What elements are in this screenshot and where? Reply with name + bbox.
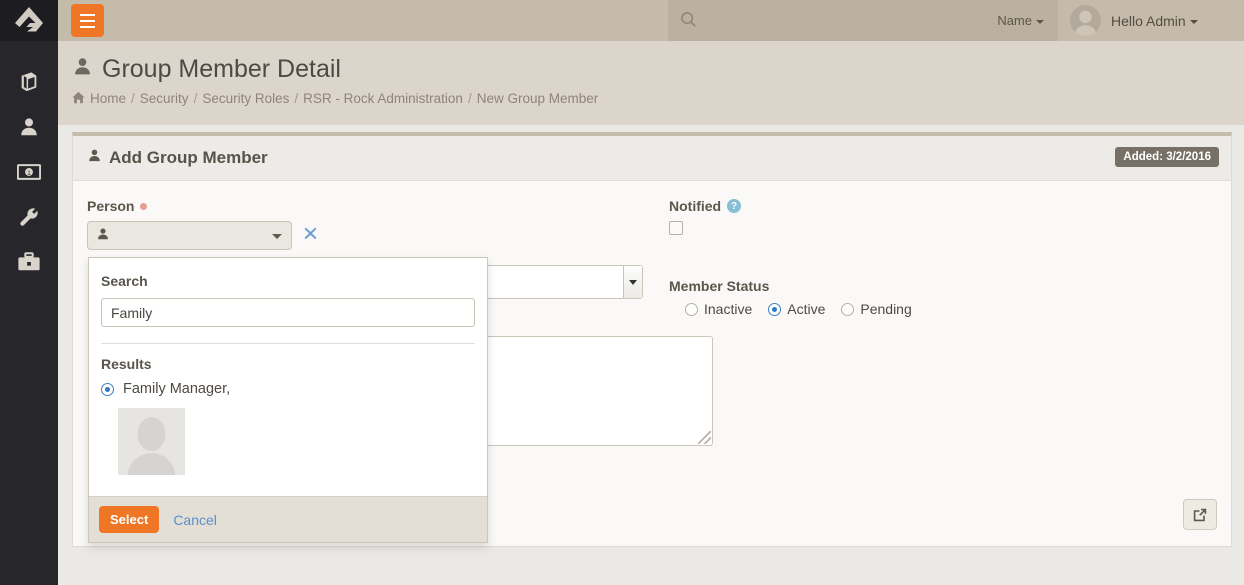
- wrench-icon: [18, 206, 40, 231]
- top-header-bar: Name Hello Admin: [58, 0, 1244, 41]
- person-picker-dropdown: Search Results Family Manager, Select Ca…: [88, 257, 488, 543]
- global-search-area[interactable]: Name: [668, 0, 1058, 41]
- breadcrumb-item-security-roles[interactable]: Security Roles: [202, 91, 289, 106]
- breadcrumb-item-home[interactable]: Home: [90, 91, 126, 106]
- panel-title-text: Add Group Member: [109, 148, 268, 168]
- sidebar: 1: [0, 0, 58, 585]
- person-label-text: Person: [87, 198, 134, 214]
- member-status-label: Member Status: [669, 278, 1209, 294]
- results-section-label: Results: [101, 356, 475, 372]
- breadcrumb-separator: /: [131, 91, 135, 106]
- breadcrumb-separator: /: [194, 91, 198, 106]
- notified-label-text: Notified: [669, 198, 721, 214]
- hamburger-menu-button[interactable]: [71, 4, 104, 37]
- chevron-down-icon: [623, 266, 642, 298]
- resize-handle[interactable]: [698, 431, 711, 444]
- hamburger-icon-line: [80, 20, 95, 22]
- person-icon: [96, 227, 110, 244]
- hamburger-icon-line: [80, 26, 95, 28]
- sidebar-item-book[interactable]: [0, 61, 58, 106]
- avatar: [1070, 5, 1101, 36]
- member-status-option-active[interactable]: Active: [768, 301, 825, 317]
- sidebar-item-finance[interactable]: 1: [0, 151, 58, 196]
- result-person-name: Family Manager,: [123, 381, 230, 397]
- divider: [101, 343, 475, 344]
- person-field-label: Person: [87, 198, 647, 214]
- home-icon: [72, 91, 85, 107]
- close-x-icon: [304, 227, 317, 240]
- sidebar-nav: 1: [0, 41, 58, 286]
- member-status-radio-group: Inactive Active Pending: [685, 301, 1209, 317]
- page-heading-area: Group Member Detail Home / Security / Se…: [58, 41, 1244, 125]
- user-menu[interactable]: Hello Admin: [1058, 0, 1244, 41]
- user-avatar-icon: [1070, 7, 1101, 36]
- person-search-input[interactable]: [101, 298, 475, 327]
- search-section-label: Search: [101, 273, 475, 289]
- radio-button-selected[interactable]: [768, 303, 781, 316]
- briefcase-icon: [17, 251, 41, 276]
- rock-logo[interactable]: [0, 0, 58, 41]
- search-scope-label: Name: [997, 13, 1032, 28]
- panel-title: Add Group Member: [87, 148, 268, 168]
- person-photo-placeholder: [118, 408, 185, 475]
- member-status-option-pending[interactable]: Pending: [841, 301, 911, 317]
- person-icon: [87, 148, 102, 168]
- money-bill-icon: 1: [17, 161, 41, 186]
- external-link-icon: [1192, 507, 1208, 523]
- breadcrumb-separator: /: [294, 91, 298, 106]
- panel-header: Add Group Member Added: 3/2/2016: [73, 136, 1231, 181]
- search-scope-dropdown[interactable]: Name: [997, 13, 1044, 28]
- member-status-option-label: Pending: [860, 301, 911, 317]
- sidebar-item-cms[interactable]: [0, 241, 58, 286]
- member-status-option-inactive[interactable]: Inactive: [685, 301, 752, 317]
- note-textarea[interactable]: [483, 336, 713, 446]
- question-circle-icon[interactable]: ?: [727, 199, 741, 213]
- book-icon: [18, 71, 40, 96]
- page-title-text: Group Member Detail: [102, 56, 341, 84]
- status-badge: Added: 3/2/2016: [1115, 147, 1219, 167]
- rock-logo-icon: [14, 6, 44, 35]
- breadcrumb-separator: /: [468, 91, 472, 106]
- chevron-down-icon: [1036, 20, 1044, 24]
- sidebar-item-people[interactable]: [0, 106, 58, 151]
- person-field-row: [87, 221, 647, 250]
- notified-field-label: Notified ?: [669, 198, 1209, 214]
- cancel-link[interactable]: Cancel: [173, 512, 217, 528]
- page-title: Group Member Detail: [72, 56, 1244, 84]
- radio-button-selected[interactable]: [101, 383, 114, 396]
- member-status-option-label: Inactive: [704, 301, 752, 317]
- sidebar-item-admin-tools[interactable]: [0, 196, 58, 241]
- search-input[interactable]: [697, 13, 997, 28]
- member-status-option-label: Active: [787, 301, 825, 317]
- result-person-photo: [118, 408, 185, 475]
- chevron-down-icon: [272, 234, 282, 239]
- form-column-right: Notified ? Member Status Inactive Active: [669, 198, 1209, 317]
- clear-person-button[interactable]: [304, 227, 317, 245]
- person-picker-dropdown-body: Search Results Family Manager,: [89, 258, 487, 475]
- breadcrumb-item-security[interactable]: Security: [140, 91, 189, 106]
- notified-checkbox[interactable]: [669, 221, 683, 235]
- hamburger-icon-line: [80, 14, 95, 16]
- person-icon: [72, 56, 93, 84]
- list-item[interactable]: Family Manager,: [101, 381, 475, 397]
- person-picker-footer: Select Cancel: [89, 496, 487, 542]
- external-link-button[interactable]: [1183, 499, 1217, 530]
- radio-button[interactable]: [841, 303, 854, 316]
- breadcrumb-item-rsr-rock-administration[interactable]: RSR - Rock Administration: [303, 91, 463, 106]
- required-indicator: [140, 203, 147, 210]
- form-column-left: Person: [87, 198, 647, 250]
- user-menu-label: Hello Admin: [1111, 13, 1198, 29]
- member-status-label-text: Member Status: [669, 278, 769, 294]
- person-picker-button[interactable]: [87, 221, 292, 250]
- chevron-down-icon: [1190, 20, 1198, 24]
- person-icon: [18, 116, 40, 141]
- select-button[interactable]: Select: [99, 506, 159, 533]
- breadcrumb-item-new-group-member: New Group Member: [477, 91, 599, 106]
- search-icon: [680, 11, 697, 31]
- radio-button[interactable]: [685, 303, 698, 316]
- group-role-select[interactable]: [483, 265, 643, 299]
- breadcrumb: Home / Security / Security Roles / RSR -…: [72, 91, 1244, 107]
